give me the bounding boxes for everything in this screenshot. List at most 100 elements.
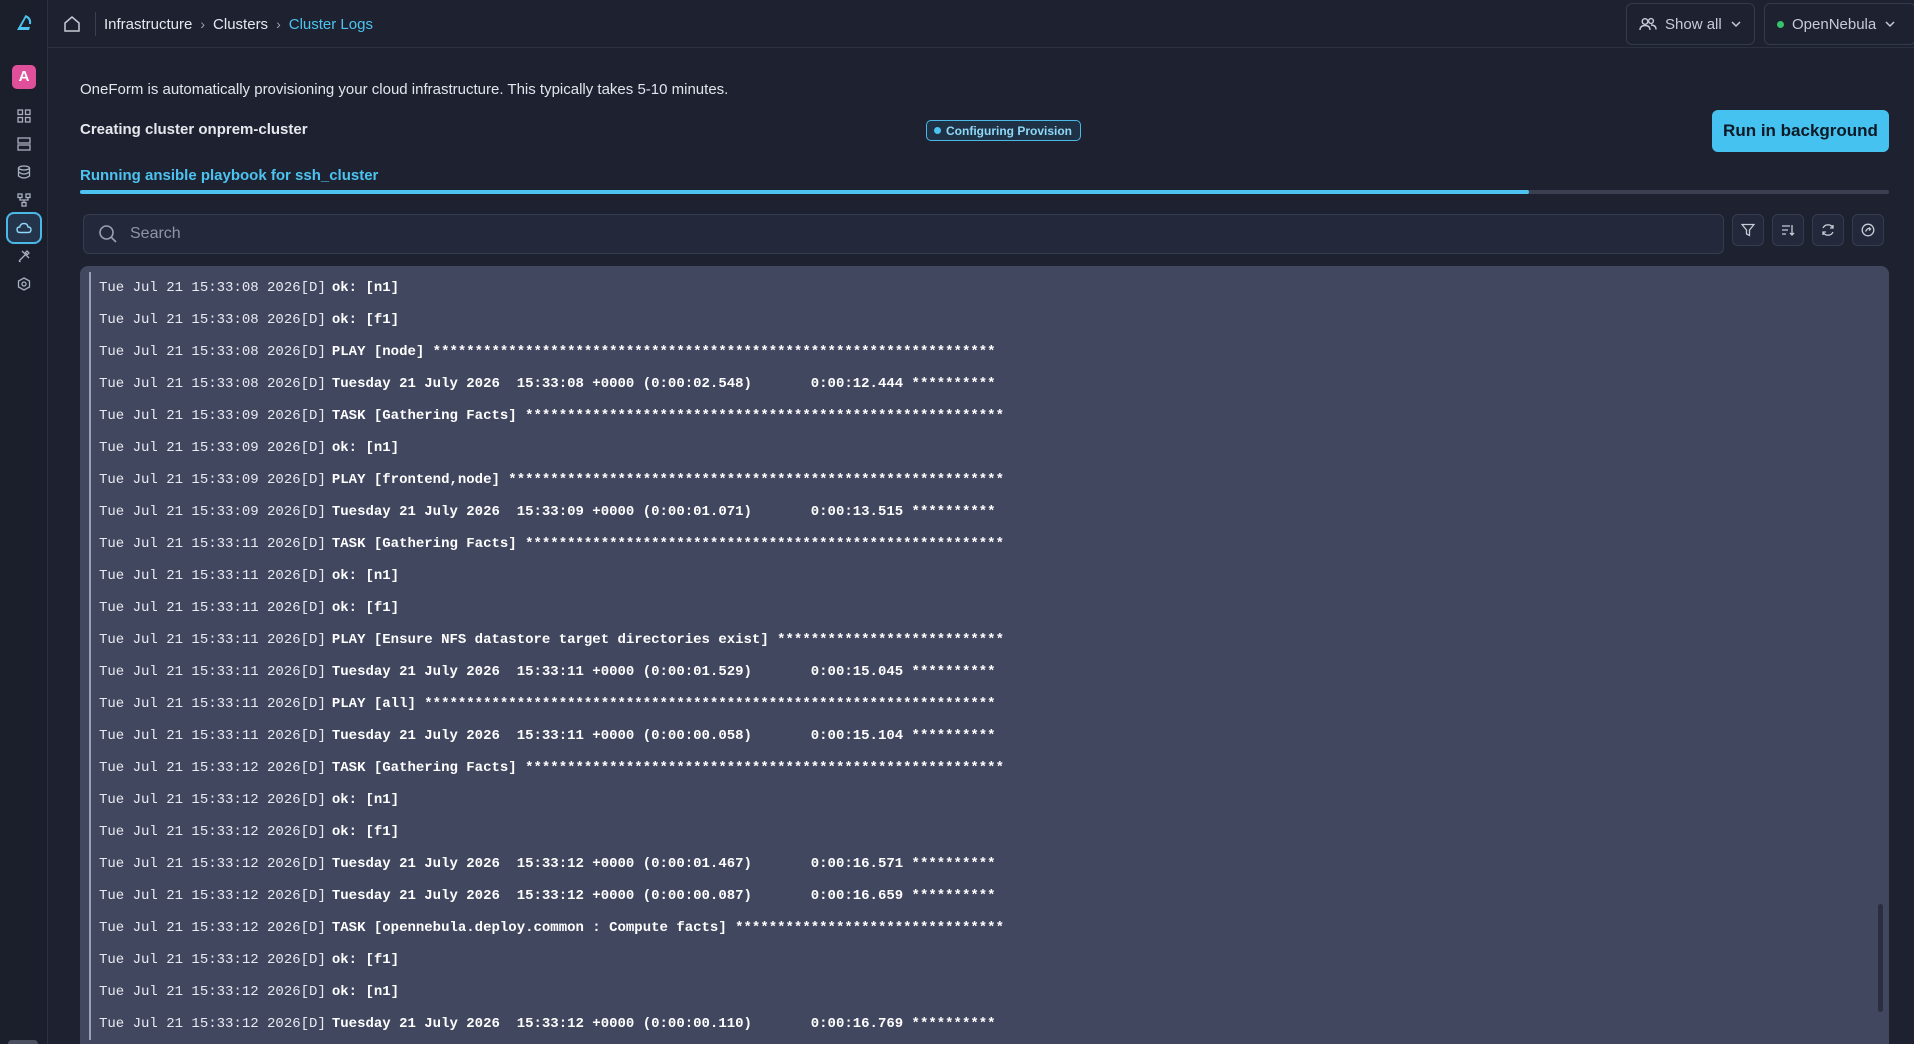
- log-line: Tue Jul 21 15:33:12 2026 [D] Tuesday 21 J…: [89, 1008, 1865, 1040]
- log-level: [D]: [300, 568, 326, 584]
- creating-cluster-title: Creating cluster onprem-cluster: [80, 121, 308, 138]
- tools-icon[interactable]: [14, 246, 34, 266]
- log-message: ok: [f1]: [331, 312, 400, 328]
- breadcrumb: Infrastructure › Clusters › Cluster Logs: [104, 0, 373, 48]
- log-line: Tue Jul 21 15:33:12 2026 [D] Tuesday 21 J…: [89, 848, 1865, 880]
- log-message: TASK [Gathering Facts] *****************…: [331, 760, 1004, 776]
- log-line: Tue Jul 21 15:33:12 2026 [D] ok: [f1]: [89, 816, 1865, 848]
- log-line: Tue Jul 21 15:33:09 2026 [D] ok: [n1]: [89, 432, 1865, 464]
- log-timestamp: Tue Jul 21 15:33:11 2026: [99, 536, 301, 552]
- show-all-dropdown[interactable]: Show all: [1626, 3, 1755, 45]
- run-in-background-button[interactable]: Run in background: [1712, 110, 1889, 152]
- refresh-button[interactable]: [1812, 214, 1844, 246]
- log-timestamp: Tue Jul 21 15:33:11 2026: [99, 664, 301, 680]
- log-timestamp: Tue Jul 21 15:33:11 2026: [99, 728, 301, 744]
- settings-icon[interactable]: [14, 274, 34, 294]
- log-level: [D]: [300, 760, 326, 776]
- log-message: Tuesday 21 July 2026 15:33:12 +0000 (0:0…: [331, 1016, 996, 1032]
- log-timestamp: Tue Jul 21 15:33:12 2026: [99, 760, 301, 776]
- status-dot-icon: [1777, 20, 1784, 28]
- log-level: [D]: [300, 728, 326, 744]
- log-level: [D]: [300, 440, 326, 456]
- log-level: [D]: [300, 664, 326, 680]
- log-message: ok: [n1]: [331, 984, 400, 1000]
- breadcrumb-clusters[interactable]: Clusters: [213, 16, 268, 33]
- top-bar: Infrastructure › Clusters › Cluster Logs…: [48, 0, 1914, 48]
- cloud-selector-dropdown[interactable]: OpenNebula: [1764, 3, 1914, 45]
- log-line: Tue Jul 21 15:33:12 2026 [D] Tuesday 21 J…: [89, 880, 1865, 912]
- dashboard-icon[interactable]: [14, 106, 34, 126]
- log-timestamp: Tue Jul 21 15:33:12 2026: [99, 920, 301, 936]
- log-line: Tue Jul 21 15:33:08 2026 [D] ok: [f1]: [89, 304, 1865, 336]
- log-line: Tue Jul 21 15:33:11 2026 [D] PLAY [Ensure…: [89, 624, 1865, 656]
- log-message: ok: [n1]: [331, 440, 400, 456]
- log-line: Tue Jul 21 15:33:11 2026 [D] PLAY [all] *…: [89, 688, 1865, 720]
- log-message: ok: [f1]: [331, 600, 400, 616]
- templates-icon[interactable]: [14, 134, 34, 154]
- log-message: TASK [Gathering Facts] *****************…: [331, 408, 1004, 424]
- log-line: Tue Jul 21 15:33:08 2026 [D] ok: [n1]: [89, 272, 1865, 304]
- log-level: [D]: [300, 312, 326, 328]
- chevron-right-icon: ›: [276, 16, 281, 32]
- show-all-label: Show all: [1665, 15, 1722, 33]
- search-input[interactable]: [130, 225, 1630, 243]
- progress-label: Running ansible playbook for ssh_cluster: [80, 167, 379, 184]
- sidebar-footer-handle[interactable]: [8, 1040, 38, 1044]
- scrollbar-thumb[interactable]: [1878, 904, 1883, 1012]
- log-level: [D]: [300, 920, 326, 936]
- log-line: Tue Jul 21 15:33:11 2026 [D] Tuesday 21 J…: [89, 720, 1865, 752]
- divider: [95, 12, 96, 36]
- log-timestamp: Tue Jul 21 15:33:08 2026: [99, 376, 301, 392]
- log-level: [D]: [300, 472, 326, 488]
- auto-scroll-button[interactable]: [1852, 214, 1884, 246]
- log-line: Tue Jul 21 15:33:11 2026 [D] Tuesday 21 J…: [89, 656, 1865, 688]
- log-timestamp: Tue Jul 21 15:33:12 2026: [99, 984, 301, 1000]
- log-timestamp: Tue Jul 21 15:33:09 2026: [99, 472, 301, 488]
- log-timestamp: Tue Jul 21 15:33:11 2026: [99, 568, 301, 584]
- log-line: Tue Jul 21 15:33:12 2026 [D] ok: [n1]: [89, 784, 1865, 816]
- log-list: Tue Jul 21 15:33:08 2026 [D] ok: [n1] Tue …: [89, 272, 1865, 1040]
- log-message: ok: [n1]: [331, 280, 400, 296]
- log-message: ok: [f1]: [331, 824, 400, 840]
- avatar[interactable]: A: [12, 65, 36, 89]
- log-level: [D]: [300, 696, 326, 712]
- log-level: [D]: [300, 344, 326, 360]
- log-timestamp: Tue Jul 21 15:33:12 2026: [99, 824, 301, 840]
- refresh-icon: [1822, 224, 1834, 236]
- users-icon: [1639, 17, 1657, 31]
- log-timestamp: Tue Jul 21 15:33:09 2026: [99, 440, 301, 456]
- storage-icon[interactable]: [14, 162, 34, 182]
- log-timestamp: Tue Jul 21 15:33:11 2026: [99, 696, 301, 712]
- log-level: [D]: [300, 952, 326, 968]
- log-level: [D]: [300, 856, 326, 872]
- log-message: Tuesday 21 July 2026 15:33:11 +0000 (0:0…: [331, 664, 996, 680]
- progress-bar: [80, 190, 1889, 194]
- log-timestamp: Tue Jul 21 15:33:12 2026: [99, 1016, 301, 1032]
- log-level: [D]: [300, 888, 326, 904]
- search-field[interactable]: [83, 214, 1724, 254]
- chevron-down-icon: [1885, 21, 1895, 28]
- home-icon[interactable]: [62, 14, 82, 34]
- cloud-icon[interactable]: [6, 212, 42, 244]
- log-timestamp: Tue Jul 21 15:33:09 2026: [99, 408, 301, 424]
- sort-button[interactable]: [1772, 214, 1804, 246]
- log-panel[interactable]: Tue Jul 21 15:33:08 2026 [D] ok: [n1] Tue …: [80, 266, 1889, 1044]
- breadcrumb-infrastructure[interactable]: Infrastructure: [104, 16, 192, 33]
- log-message: Tuesday 21 July 2026 15:33:12 +0000 (0:0…: [331, 888, 996, 904]
- log-timestamp: Tue Jul 21 15:33:12 2026: [99, 792, 301, 808]
- log-message: ok: [n1]: [331, 568, 400, 584]
- log-line: Tue Jul 21 15:33:09 2026 [D] PLAY [fronte…: [89, 464, 1865, 496]
- log-level: [D]: [300, 792, 326, 808]
- log-line: Tue Jul 21 15:33:12 2026 [D] ok: [f1]: [89, 944, 1865, 976]
- intro-text: OneForm is automatically provisioning yo…: [80, 81, 729, 98]
- log-level: [D]: [300, 824, 326, 840]
- network-icon[interactable]: [14, 190, 34, 210]
- log-level: [D]: [300, 632, 326, 648]
- log-message: PLAY [all] *****************************…: [331, 696, 996, 712]
- log-timestamp: Tue Jul 21 15:33:08 2026: [99, 280, 301, 296]
- log-timestamp: Tue Jul 21 15:33:09 2026: [99, 504, 301, 520]
- app-logo-icon[interactable]: [13, 12, 35, 34]
- log-timestamp: Tue Jul 21 15:33:12 2026: [99, 888, 301, 904]
- filter-button[interactable]: [1732, 214, 1764, 246]
- log-message: PLAY [Ensure NFS datastore target direct…: [331, 632, 1004, 648]
